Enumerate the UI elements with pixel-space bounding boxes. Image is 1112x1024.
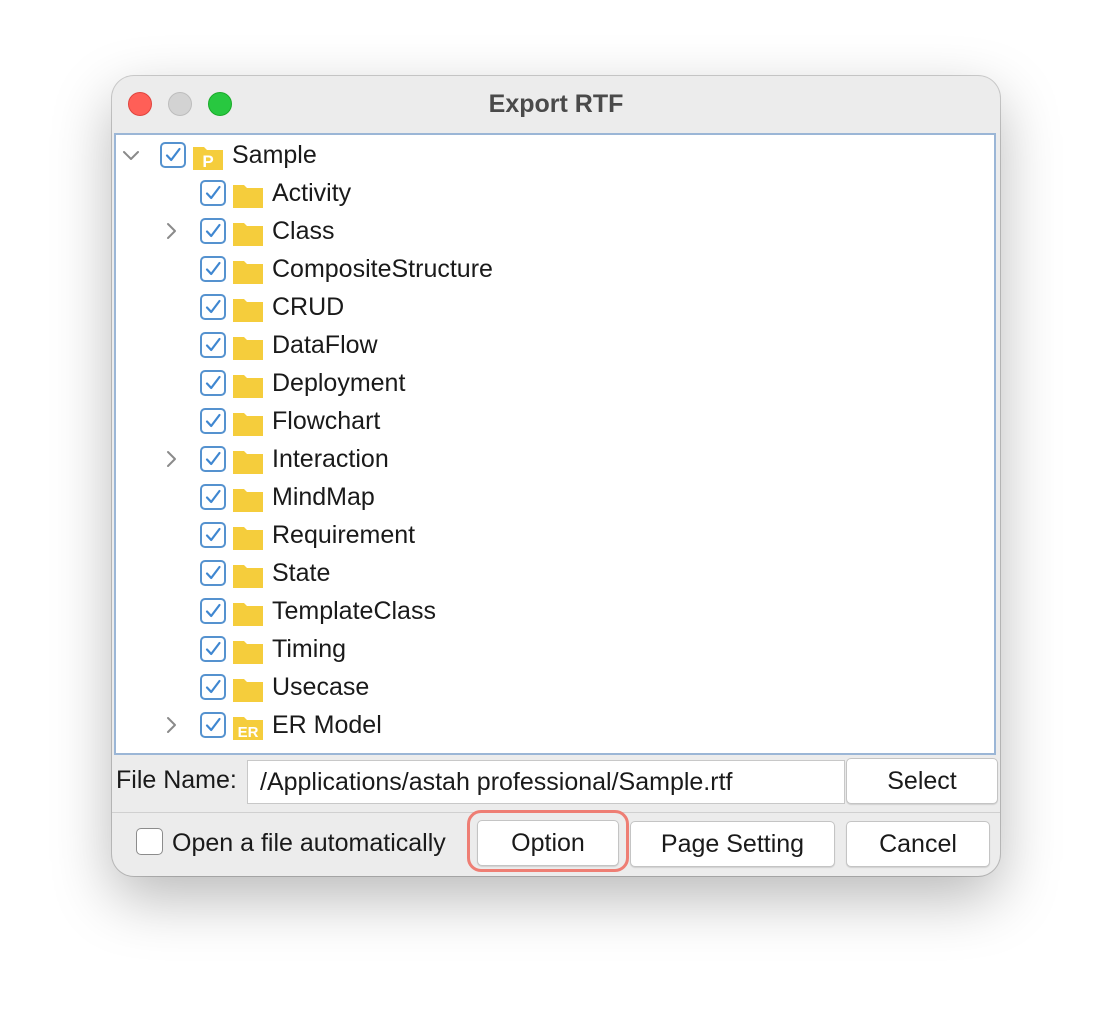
tree-row[interactable]: ER ER Model bbox=[116, 707, 816, 745]
option-button[interactable]: Option bbox=[477, 820, 619, 866]
tree-item-label: Class bbox=[272, 217, 335, 245]
title-bar: Export RTF bbox=[112, 76, 1000, 132]
chevron-right-icon[interactable] bbox=[160, 448, 182, 470]
tree-item-label: Requirement bbox=[272, 521, 416, 549]
tree-item-checkbox[interactable] bbox=[160, 142, 186, 168]
tree-item-label: CompositeStructure bbox=[272, 255, 493, 283]
folder-icon bbox=[232, 409, 264, 437]
model-tree[interactable]: P Sample Activity Class CompositeStructure CR… bbox=[114, 133, 996, 755]
open-automatically-label: Open a file automatically bbox=[172, 829, 446, 857]
tree-item-label: CRUD bbox=[272, 293, 345, 321]
tree-row[interactable]: State bbox=[116, 555, 816, 593]
cancel-button[interactable]: Cancel bbox=[846, 821, 990, 867]
tree-item-checkbox[interactable] bbox=[200, 674, 226, 700]
tree-item-checkbox[interactable] bbox=[200, 446, 226, 472]
page-setting-button[interactable]: Page Setting bbox=[630, 821, 835, 867]
tree-item-label: Activity bbox=[272, 179, 352, 207]
tree-item-label: Timing bbox=[272, 635, 347, 663]
tree-item-label: DataFlow bbox=[272, 331, 378, 359]
tree-item-checkbox[interactable] bbox=[200, 484, 226, 510]
folder-icon bbox=[232, 637, 264, 665]
tree-item-label: Usecase bbox=[272, 673, 370, 701]
tree-item-label: ER Model bbox=[272, 711, 382, 739]
tree-row[interactable]: Requirement bbox=[116, 517, 816, 555]
tree-item-checkbox[interactable] bbox=[200, 712, 226, 738]
project-icon: P bbox=[192, 143, 224, 171]
tree-item-label: Interaction bbox=[272, 445, 389, 473]
tree-item-label: Flowchart bbox=[272, 407, 381, 435]
tree-row[interactable]: MindMap bbox=[116, 479, 816, 517]
tree-item-checkbox[interactable] bbox=[200, 218, 226, 244]
tree-row[interactable]: Timing bbox=[116, 631, 816, 669]
tree-row-root[interactable]: P Sample bbox=[116, 137, 816, 175]
chevron-right-icon[interactable] bbox=[160, 220, 182, 242]
folder-icon bbox=[232, 485, 264, 513]
window-title: Export RTF bbox=[488, 90, 624, 118]
tree-item-label: State bbox=[272, 559, 331, 587]
tree-row[interactable]: Interaction bbox=[116, 441, 816, 479]
folder-icon bbox=[232, 181, 264, 209]
folder-icon bbox=[232, 599, 264, 627]
tree-row[interactable]: Flowchart bbox=[116, 403, 816, 441]
folder-icon bbox=[232, 371, 264, 399]
tree-item-checkbox[interactable] bbox=[200, 294, 226, 320]
tree-row[interactable]: CRUD bbox=[116, 289, 816, 327]
tree-item-checkbox[interactable] bbox=[200, 256, 226, 282]
tree-item-label: Sample bbox=[232, 141, 317, 169]
folder-icon bbox=[232, 447, 264, 475]
tree-item-checkbox[interactable] bbox=[200, 598, 226, 624]
svg-text:ER: ER bbox=[238, 724, 259, 741]
tree-row[interactable]: Activity bbox=[116, 175, 816, 213]
tree-row[interactable]: Class bbox=[116, 213, 816, 251]
tree-row[interactable]: CompositeStructure bbox=[116, 251, 816, 289]
tree-item-checkbox[interactable] bbox=[200, 180, 226, 206]
export-rtf-dialog: Export RTF P Sample Activity Class Composite… bbox=[112, 76, 1000, 876]
er-model-icon: ER bbox=[232, 713, 264, 741]
tree-item-label: Deployment bbox=[272, 369, 406, 397]
select-button[interactable]: Select bbox=[846, 758, 998, 804]
tree-row[interactable]: Deployment bbox=[116, 365, 816, 403]
file-name-input[interactable]: /Applications/astah professional/Sample.… bbox=[247, 760, 845, 804]
folder-icon bbox=[232, 333, 264, 361]
open-automatically-checkbox[interactable] bbox=[136, 828, 163, 855]
chevron-down-icon[interactable] bbox=[120, 144, 142, 166]
tree-item-checkbox[interactable] bbox=[200, 370, 226, 396]
tree-item-checkbox[interactable] bbox=[200, 332, 226, 358]
tree-item-checkbox[interactable] bbox=[200, 560, 226, 586]
tree-item-label: MindMap bbox=[272, 483, 375, 511]
tree-item-label: TemplateClass bbox=[272, 597, 436, 625]
file-name-label: File Name: bbox=[116, 766, 237, 794]
folder-icon bbox=[232, 675, 264, 703]
folder-icon bbox=[232, 523, 264, 551]
folder-icon bbox=[232, 219, 264, 247]
tree-item-checkbox[interactable] bbox=[200, 522, 226, 548]
svg-text:P: P bbox=[202, 152, 213, 171]
tree-row[interactable]: DataFlow bbox=[116, 327, 816, 365]
folder-icon bbox=[232, 295, 264, 323]
folder-icon bbox=[232, 257, 264, 285]
tree-item-checkbox[interactable] bbox=[200, 408, 226, 434]
tree-row[interactable]: TemplateClass bbox=[116, 593, 816, 631]
chevron-right-icon[interactable] bbox=[160, 714, 182, 736]
tree-row[interactable]: Usecase bbox=[116, 669, 816, 707]
folder-icon bbox=[232, 561, 264, 589]
tree-item-checkbox[interactable] bbox=[200, 636, 226, 662]
